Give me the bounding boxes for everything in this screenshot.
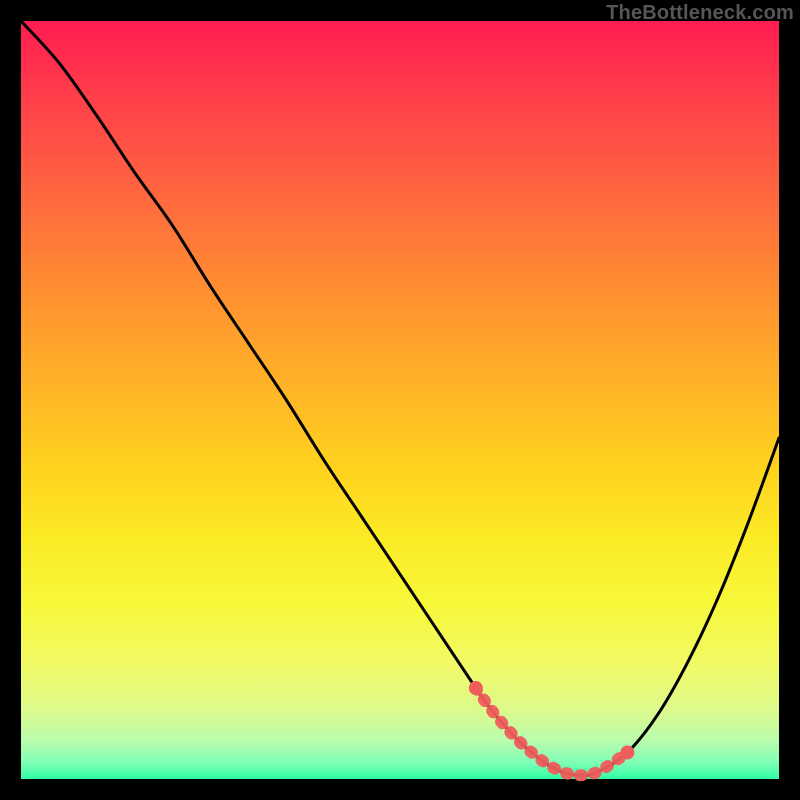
curve-layer bbox=[21, 21, 779, 779]
chart-container: TheBottleneck.com bbox=[0, 0, 800, 800]
optimal-zone-dots bbox=[469, 681, 635, 775]
bottleneck-curve bbox=[21, 21, 779, 775]
